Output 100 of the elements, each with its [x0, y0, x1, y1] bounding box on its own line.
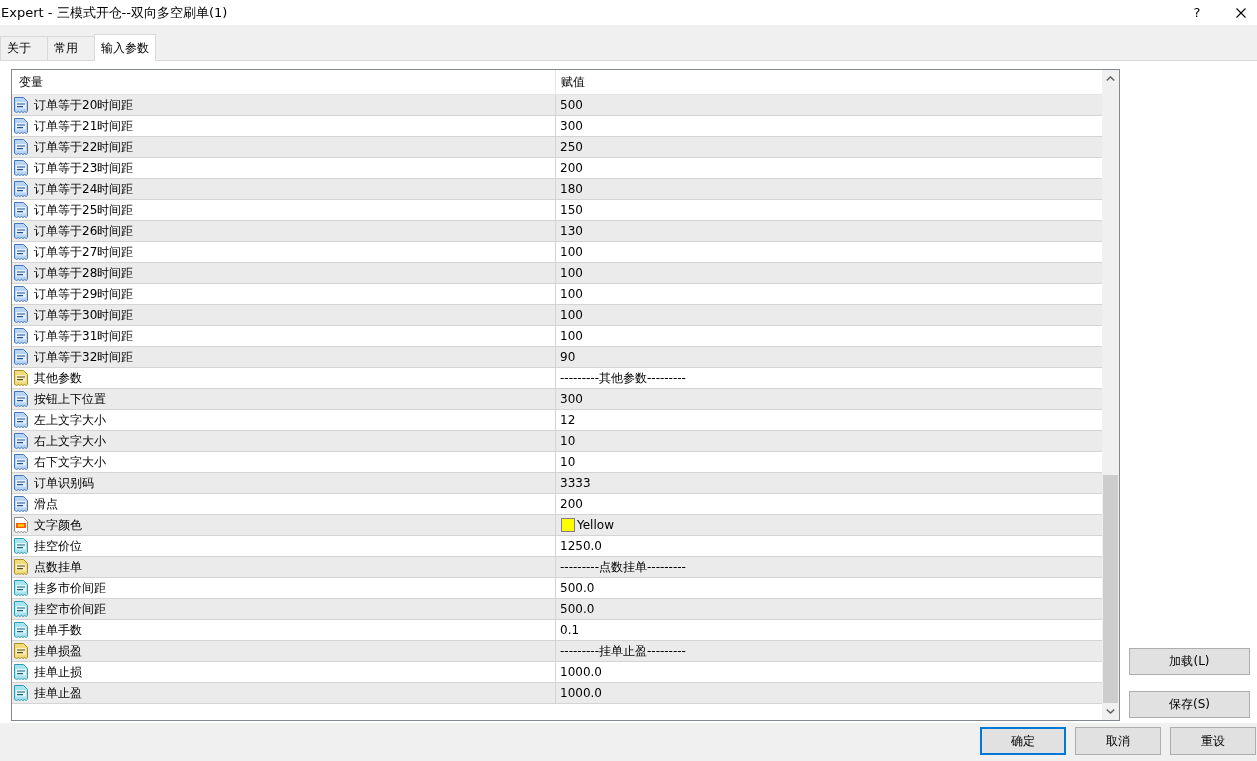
parameter-name: 订单等于24时间距 [34, 180, 134, 198]
text-tag-icon [13, 559, 29, 575]
parameter-value[interactable]: 1000.0 [560, 665, 602, 679]
number-tag-icon [13, 454, 29, 470]
dialog-button[interactable]: 确定 [980, 727, 1066, 755]
parameter-value[interactable]: ---------其他参数--------- [560, 369, 686, 387]
parameter-value[interactable]: 130 [560, 224, 583, 238]
number-tag-icon [13, 244, 29, 260]
text-tag-icon [13, 370, 29, 386]
parameter-name: 挂多市价间距 [34, 579, 106, 597]
parameter-name: 订单识别码 [34, 474, 94, 492]
scrollbar-thumb[interactable] [1103, 475, 1118, 703]
side-button[interactable]: 加载(L) [1129, 648, 1250, 675]
parameter-name: 订单等于27时间距 [34, 243, 134, 261]
parameter-name: 订单等于22时间距 [34, 138, 134, 156]
color-tag-icon [13, 517, 29, 533]
parameter-value[interactable]: Yellow [577, 518, 614, 532]
window-title: Expert - 三模式开仓--双向多空刷单(1) [1, 3, 229, 22]
parameter-value[interactable]: 100 [560, 245, 583, 259]
number-tag-icon [13, 433, 29, 449]
parameter-name: 订单等于31时间距 [34, 327, 134, 345]
parameter-name: 挂单损盈 [34, 642, 82, 660]
number-tag-icon [13, 286, 29, 302]
parameter-value[interactable]: 500 [560, 98, 583, 112]
number-tag-icon [13, 349, 29, 365]
number-tag-icon [13, 496, 29, 512]
parameter-name: 订单等于30时间距 [34, 306, 134, 324]
parameter-value[interactable]: 300 [560, 119, 583, 133]
parameter-value[interactable]: 1000.0 [560, 686, 602, 700]
parameter-value[interactable]: 10 [560, 434, 576, 448]
help-button[interactable]: ? [1191, 5, 1203, 20]
number-tag-icon [13, 475, 29, 491]
fraction-tag-icon [13, 664, 29, 680]
number-tag-icon [13, 181, 29, 197]
parameter-name: 挂单止损 [34, 663, 82, 681]
parameter-value[interactable]: 100 [560, 287, 583, 301]
parameter-value[interactable]: 500.0 [560, 581, 595, 595]
number-tag-icon [13, 265, 29, 281]
parameter-value[interactable]: 250 [560, 140, 583, 154]
tab[interactable]: 输入参数 [94, 34, 156, 61]
tab[interactable]: 关于 [0, 36, 48, 60]
parameter-value[interactable]: 3333 [560, 476, 591, 490]
parameter-name: 订单等于29时间距 [34, 285, 134, 303]
number-tag-icon [13, 139, 29, 155]
side-button[interactable]: 保存(S) [1129, 691, 1250, 718]
parameter-value[interactable]: 100 [560, 266, 583, 280]
parameter-value[interactable]: 12 [560, 413, 576, 427]
parameter-name: 挂空市价间距 [34, 600, 106, 618]
parameter-value[interactable]: 150 [560, 203, 583, 217]
number-tag-icon [13, 223, 29, 239]
fraction-tag-icon [13, 622, 29, 638]
dialog-button[interactable]: 取消 [1075, 727, 1161, 755]
number-tag-icon [13, 328, 29, 344]
column-header[interactable]: 变量 [19, 73, 43, 91]
parameter-name: 订单等于26时间距 [34, 222, 134, 240]
parameter-name: 订单等于28时间距 [34, 264, 134, 282]
fraction-tag-icon [13, 601, 29, 617]
number-tag-icon [13, 97, 29, 113]
parameter-name: 点数挂单 [34, 558, 82, 576]
parameter-name: 滑点 [34, 495, 58, 513]
parameter-name: 挂空价位 [34, 537, 82, 555]
parameter-value[interactable]: 500.0 [560, 602, 595, 616]
text-tag-icon [13, 643, 29, 659]
parameter-name: 订单等于20时间距 [34, 96, 134, 114]
parameter-name: 挂单手数 [34, 621, 82, 639]
number-tag-icon [13, 307, 29, 323]
number-tag-icon [13, 412, 29, 428]
scrollbar[interactable] [1102, 70, 1119, 720]
parameter-name: 订单等于32时间距 [34, 348, 134, 366]
parameter-name: 左上文字大小 [34, 411, 106, 429]
number-tag-icon [13, 118, 29, 134]
parameter-value[interactable]: 0.1 [560, 623, 580, 637]
column-header[interactable]: 赋值 [561, 73, 585, 91]
parameter-name: 文字颜色 [34, 516, 82, 534]
parameter-name: 右上文字大小 [34, 432, 106, 450]
parameter-value[interactable]: 180 [560, 182, 583, 196]
parameter-value[interactable]: 200 [560, 497, 583, 511]
parameter-value[interactable]: 100 [560, 308, 583, 322]
parameter-name: 订单等于25时间距 [34, 201, 134, 219]
parameter-value[interactable]: 10 [560, 455, 576, 469]
parameter-value[interactable]: 90 [560, 350, 576, 364]
fraction-tag-icon [13, 538, 29, 554]
parameter-name: 订单等于23时间距 [34, 159, 134, 177]
parameter-value[interactable]: 1250.0 [560, 539, 602, 553]
parameter-value[interactable]: 200 [560, 161, 583, 175]
chevron-down-icon[interactable] [1106, 709, 1115, 714]
parameter-value[interactable]: 300 [560, 392, 583, 406]
fraction-tag-icon [13, 685, 29, 701]
parameter-value[interactable]: 100 [560, 329, 583, 343]
number-tag-icon [13, 160, 29, 176]
parameter-value[interactable]: ---------挂单止盈--------- [560, 642, 686, 660]
parameter-name: 其他参数 [34, 369, 82, 387]
fraction-tag-icon [13, 580, 29, 596]
parameter-value[interactable]: ---------点数挂单--------- [560, 558, 686, 576]
chevron-up-icon[interactable] [1106, 76, 1115, 81]
number-tag-icon [13, 391, 29, 407]
parameter-name: 按钮上下位置 [34, 390, 106, 408]
number-tag-icon [13, 202, 29, 218]
close-icon[interactable] [1236, 7, 1246, 18]
dialog-button[interactable]: 重设 [1170, 727, 1256, 755]
